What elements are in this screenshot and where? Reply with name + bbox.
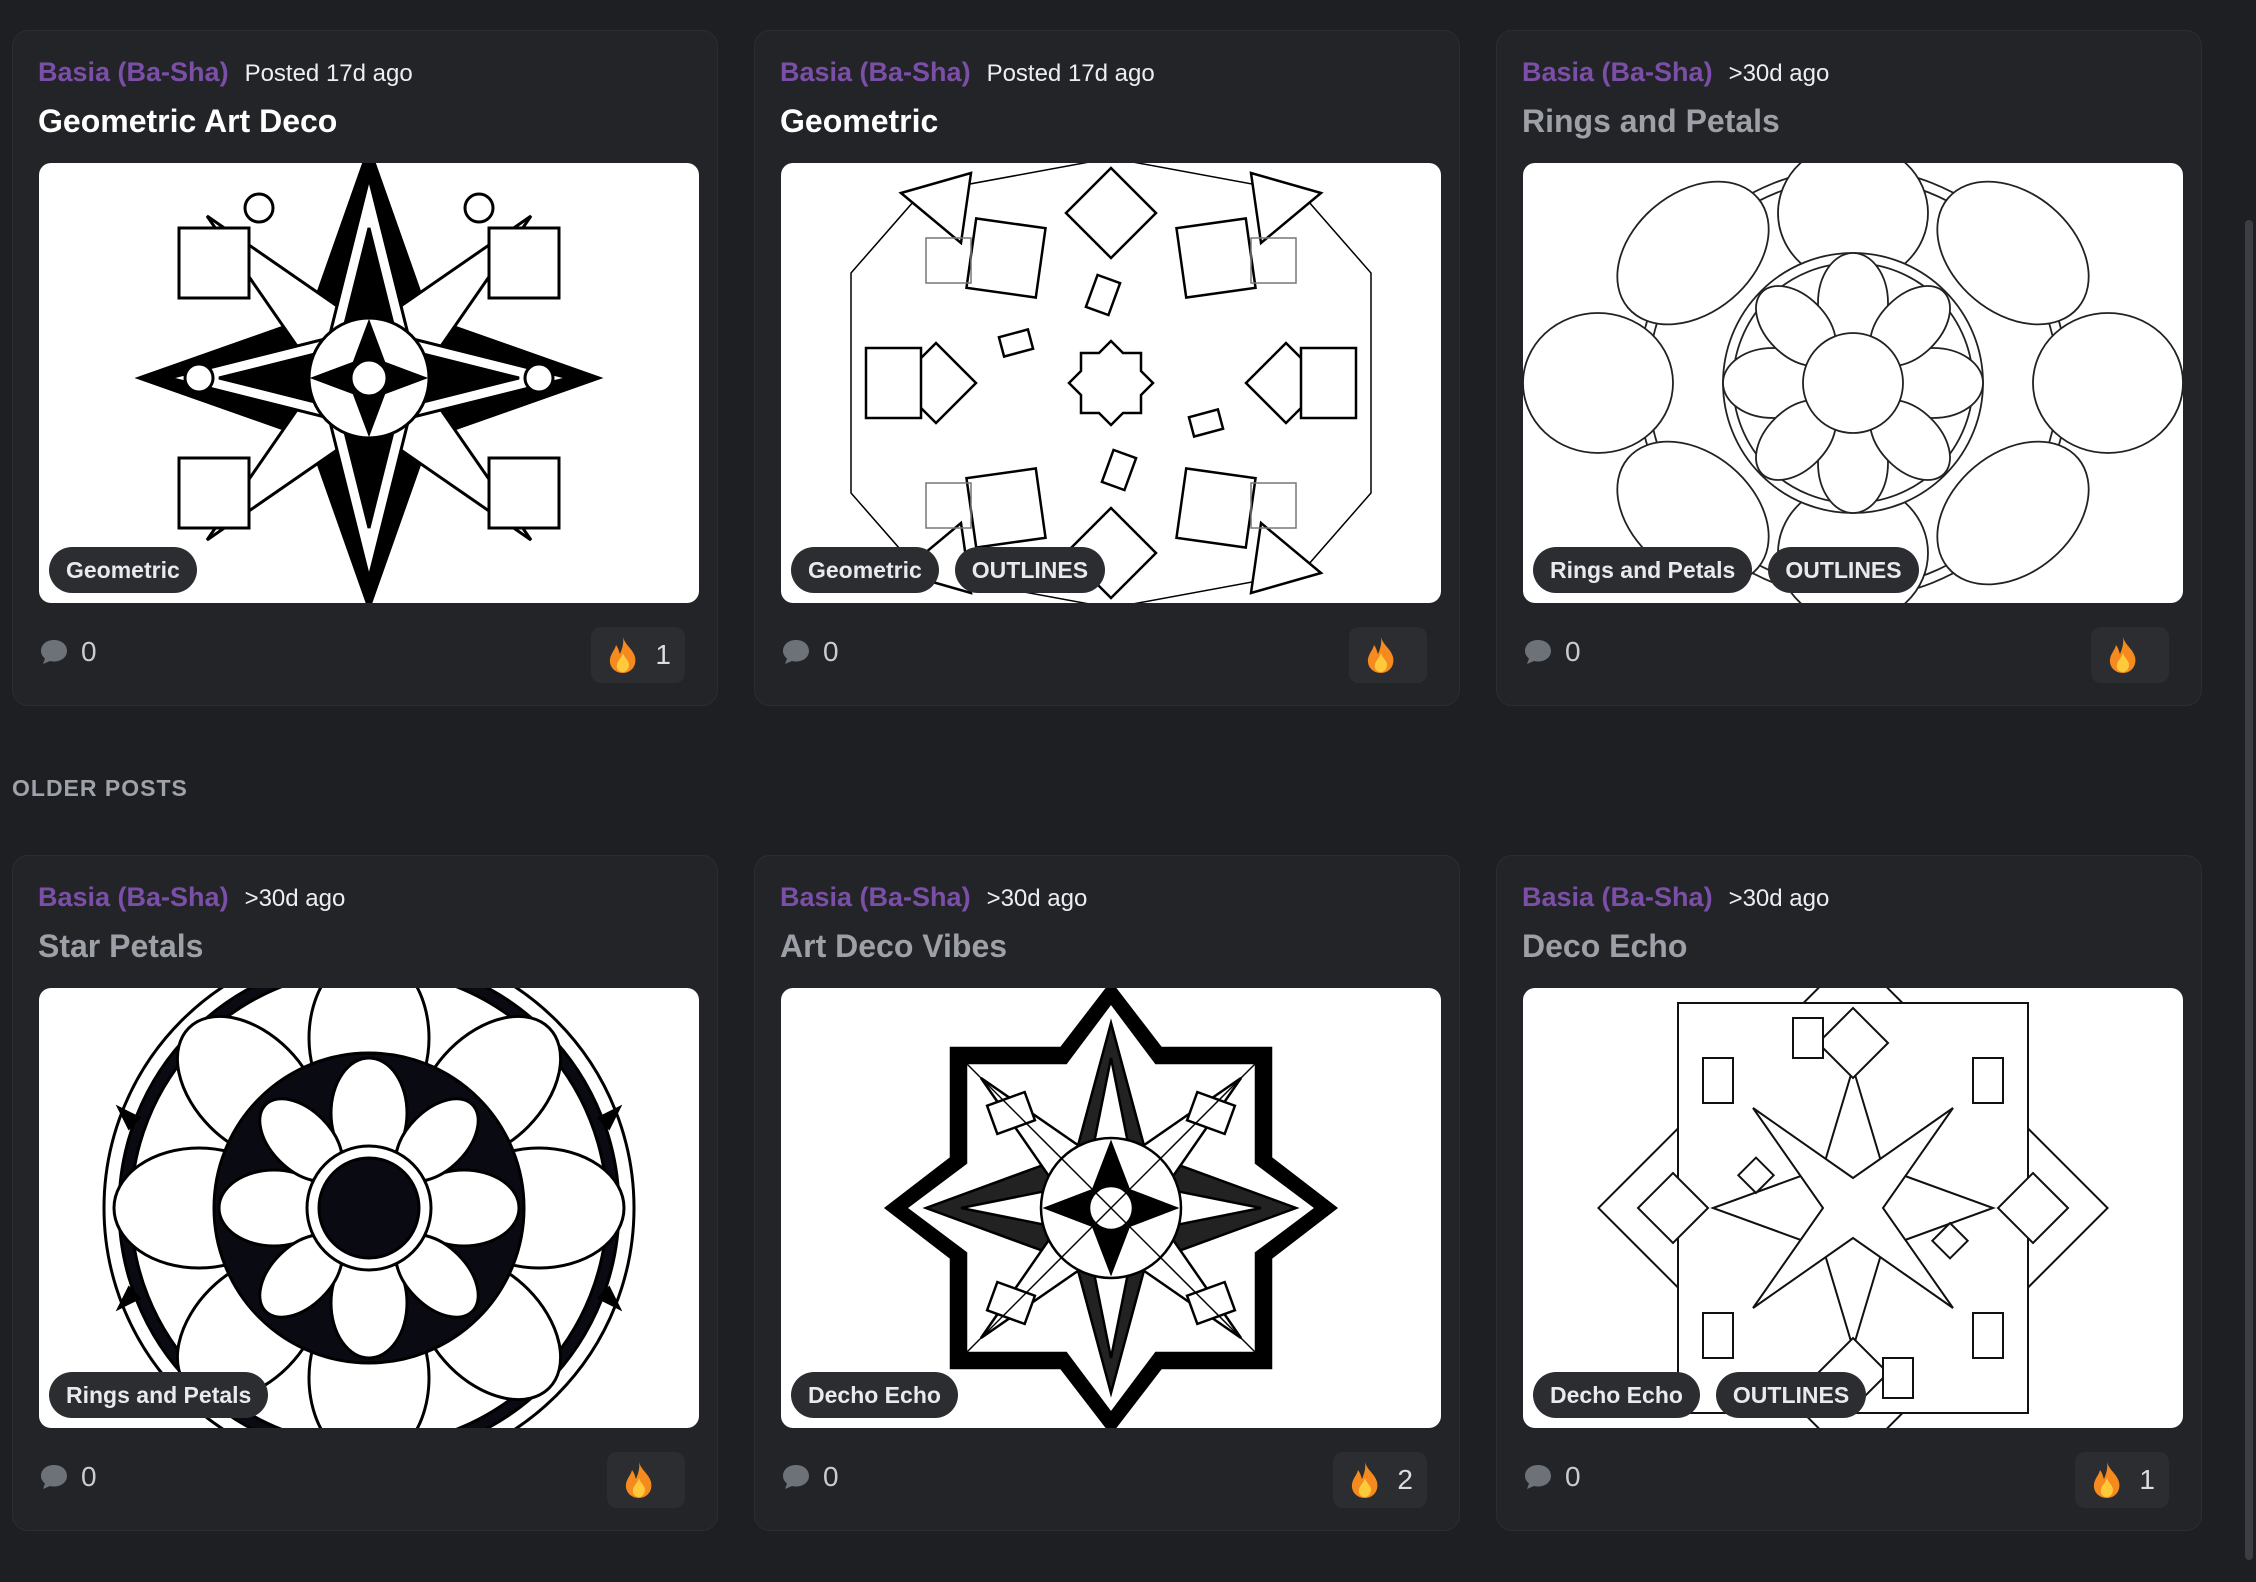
- post-time: Posted 17d ago: [986, 60, 1155, 87]
- post-tag[interactable]: Rings and Petals: [1533, 547, 1753, 593]
- reaction-button[interactable]: 2: [1333, 1452, 1427, 1508]
- fire-icon: [2109, 637, 2136, 673]
- post-image[interactable]: Decho Echo: [781, 988, 1441, 1428]
- reaction-button[interactable]: [1349, 627, 1427, 683]
- post-tag[interactable]: Decho Echo: [791, 1372, 958, 1418]
- post-tag[interactable]: OUTLINES: [954, 547, 1106, 593]
- post-tag[interactable]: OUTLINES: [1768, 547, 1919, 593]
- mandala-artwork: [883, 988, 1339, 1428]
- post-time: >30d ago: [986, 885, 1088, 912]
- reaction-count: 1: [655, 639, 671, 670]
- comment-count[interactable]: 0: [39, 636, 97, 668]
- post-tag[interactable]: Rings and Petals: [49, 1372, 269, 1418]
- post-card[interactable]: Basia (Ba-Sha) Posted 17d ago Geometric …: [12, 30, 718, 706]
- post-card[interactable]: Basia (Ba-Sha) >30d ago Rings and Petals: [1496, 30, 2202, 706]
- fire-icon: [625, 1462, 652, 1498]
- post-image[interactable]: Decho Echo OUTLINES: [1523, 988, 2183, 1428]
- post-card[interactable]: Basia (Ba-Sha) >30d ago Star Petals Ring…: [12, 855, 718, 1531]
- post-card[interactable]: Basia (Ba-Sha) Posted 17d ago Geometric: [754, 30, 1460, 706]
- section-heading-older-posts: OLDER POSTS: [12, 775, 188, 801]
- mandala-artwork: [134, 163, 604, 603]
- post-card[interactable]: Basia (Ba-Sha) >30d ago Deco Echo Decho …: [1496, 855, 2202, 1531]
- post-author[interactable]: Basia (Ba-Sha): [780, 57, 971, 88]
- reaction-button[interactable]: [2091, 627, 2169, 683]
- reaction-button[interactable]: 1: [2075, 1452, 2169, 1508]
- post-tag[interactable]: Decho Echo: [1533, 1372, 1700, 1418]
- post-author[interactable]: Basia (Ba-Sha): [38, 882, 229, 913]
- chat-bubble-icon: [1525, 640, 1551, 664]
- comment-count-value: 0: [1565, 1461, 1581, 1492]
- post-time: >30d ago: [244, 885, 346, 912]
- comment-count-value: 0: [823, 636, 839, 667]
- post-time: >30d ago: [1728, 885, 1830, 912]
- chat-bubble-icon: [41, 640, 67, 664]
- post-title[interactable]: Geometric Art Deco: [38, 103, 337, 140]
- post-image[interactable]: Geometric: [39, 163, 699, 603]
- post-author[interactable]: Basia (Ba-Sha): [1522, 882, 1713, 913]
- post-title[interactable]: Deco Echo: [1522, 928, 1687, 965]
- mandala-artwork: [1597, 988, 2109, 1428]
- comment-count-value: 0: [823, 1461, 839, 1492]
- post-time: >30d ago: [1728, 60, 1830, 87]
- post-image[interactable]: Rings and Petals: [39, 988, 699, 1428]
- chat-bubble-icon: [783, 640, 809, 664]
- comment-count-value: 0: [81, 636, 97, 667]
- post-author[interactable]: Basia (Ba-Sha): [38, 57, 229, 88]
- post-tag[interactable]: OUTLINES: [1715, 1372, 1867, 1418]
- comment-count[interactable]: 0: [1523, 1461, 1581, 1493]
- post-title[interactable]: Geometric: [780, 103, 938, 140]
- mandala-artwork: [1523, 163, 2183, 603]
- post-author[interactable]: Basia (Ba-Sha): [1522, 57, 1713, 88]
- post-title[interactable]: Art Deco Vibes: [780, 928, 1007, 965]
- fire-icon: [1352, 1462, 1378, 1498]
- comment-count[interactable]: 0: [781, 636, 839, 668]
- posts-grid-recent: Basia (Ba-Sha) Posted 17d ago Geometric …: [12, 30, 2204, 706]
- post-image[interactable]: Rings and Petals OUTLINES: [1523, 163, 2183, 603]
- chat-bubble-icon: [1525, 1465, 1551, 1489]
- fire-icon: [2094, 1462, 2120, 1498]
- post-tag[interactable]: Geometric: [791, 547, 939, 593]
- comment-count[interactable]: 0: [1523, 636, 1581, 668]
- comment-count-value: 0: [1565, 636, 1581, 667]
- reaction-button[interactable]: [607, 1452, 685, 1508]
- posts-grid-older: Basia (Ba-Sha) >30d ago Star Petals Ring…: [12, 855, 2204, 1531]
- chat-bubble-icon: [783, 1465, 809, 1489]
- mandala-artwork: [850, 163, 1372, 603]
- reaction-button[interactable]: 1: [591, 627, 685, 683]
- scrollbar[interactable]: [2245, 220, 2253, 1560]
- reaction-count: 1: [2139, 1464, 2155, 1495]
- reaction-count: 2: [1397, 1464, 1413, 1495]
- fire-icon: [1367, 637, 1394, 673]
- comment-count-value: 0: [81, 1461, 97, 1492]
- mandala-artwork: [102, 988, 636, 1428]
- post-title[interactable]: Rings and Petals: [1522, 103, 1780, 140]
- post-card[interactable]: Basia (Ba-Sha) >30d ago Art Deco Vibes D…: [754, 855, 1460, 1531]
- chat-bubble-icon: [41, 1465, 67, 1489]
- comment-count[interactable]: 0: [39, 1461, 97, 1493]
- post-tag[interactable]: Geometric: [49, 547, 197, 593]
- post-image[interactable]: Geometric OUTLINES: [781, 163, 1441, 603]
- post-time: Posted 17d ago: [244, 60, 413, 87]
- comment-count[interactable]: 0: [781, 1461, 839, 1493]
- post-author[interactable]: Basia (Ba-Sha): [780, 882, 971, 913]
- post-title[interactable]: Star Petals: [38, 928, 203, 965]
- fire-icon: [610, 637, 636, 673]
